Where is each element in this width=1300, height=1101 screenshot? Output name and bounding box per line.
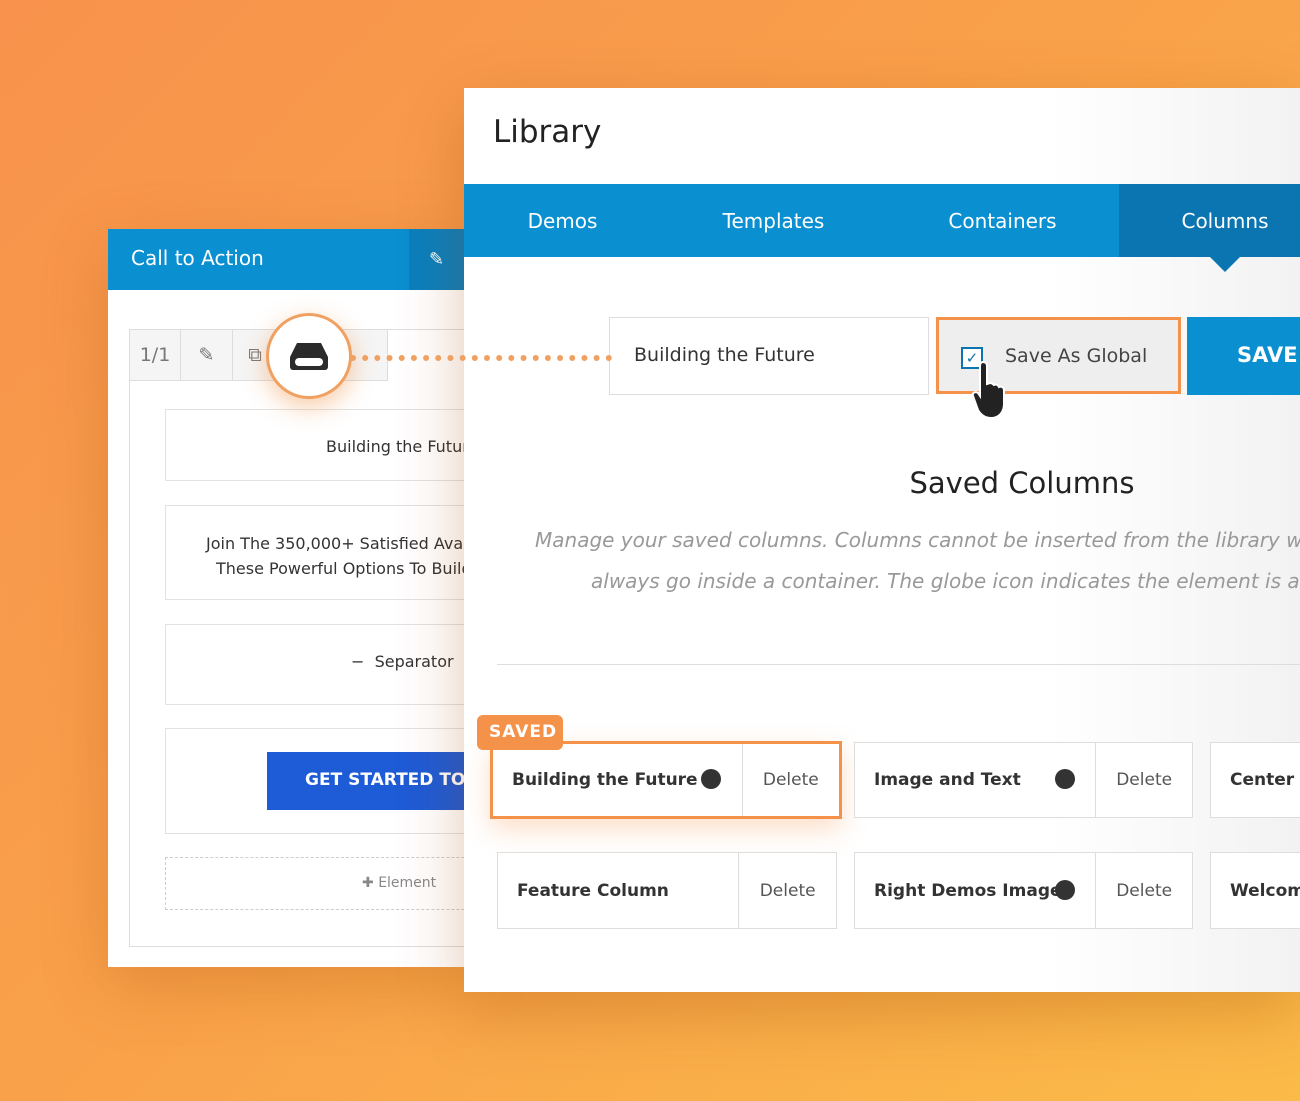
- saved-column-item[interactable]: Image and Text Delete: [854, 742, 1193, 818]
- description-line: always go inside a container. The globe …: [591, 569, 1300, 593]
- element-title[interactable]: Building the Futur: [165, 409, 464, 481]
- active-tab-caret: [1210, 257, 1240, 272]
- get-started-button[interactable]: GET STARTED TOD: [267, 752, 464, 810]
- element-separator[interactable]: − Separator: [165, 624, 464, 705]
- button-label: GET STARTED TOD: [305, 770, 464, 790]
- plus-icon: ✚: [362, 875, 379, 891]
- item-name: Feature Column: [517, 880, 669, 901]
- delete-label: Delete: [762, 770, 819, 790]
- drive-icon: [290, 343, 328, 370]
- saved-column-item[interactable]: Welcom: [1210, 852, 1300, 929]
- delete-button[interactable]: Delete: [1095, 743, 1192, 817]
- delete-button[interactable]: Delete: [738, 853, 836, 928]
- item-name: Welcom: [1230, 880, 1300, 901]
- minus-icon: −: [351, 652, 375, 671]
- element-label: Separator: [374, 652, 454, 671]
- item-name-cell: Right Demos Image: [855, 853, 1095, 928]
- clone-icon: ⧉: [248, 344, 262, 366]
- divider: [497, 664, 1300, 665]
- item-name-cell: Welcom: [1211, 853, 1300, 928]
- column-size-button[interactable]: 1/1: [129, 329, 181, 381]
- library-dialog: Library Demos Templates Containers Colum…: [464, 88, 1300, 992]
- tab-columns[interactable]: Columns: [1119, 184, 1300, 257]
- add-element-label: Element: [378, 875, 437, 891]
- panel-title: Call to Action: [131, 246, 264, 270]
- edit-button[interactable]: ✎: [409, 229, 464, 290]
- tab-templates[interactable]: Templates: [661, 184, 886, 257]
- saved-columns-heading: Saved Columns: [909, 466, 1135, 500]
- description-line: Manage your saved columns. Columns canno…: [535, 528, 1300, 552]
- tab-containers[interactable]: Containers: [886, 184, 1119, 257]
- connector-line: [350, 355, 612, 361]
- delete-label: Delete: [759, 880, 816, 901]
- save-button[interactable]: SAVE: [1187, 317, 1300, 395]
- item-name-cell: Feature Column: [498, 853, 738, 928]
- tab-label: Columns: [1181, 208, 1269, 233]
- item-name: Right Demos Image: [874, 880, 1062, 901]
- save-button-label: SAVE: [1237, 343, 1298, 367]
- item-name-cell: Center T: [1211, 743, 1300, 817]
- hand-cursor-icon: [971, 360, 1005, 420]
- item-name: Image and Text: [874, 770, 1021, 790]
- save-column-button[interactable]: [266, 313, 352, 399]
- delete-button[interactable]: Delete: [741, 744, 839, 816]
- add-element-button[interactable]: ✚ Element: [165, 857, 464, 910]
- globe-icon: [701, 769, 721, 789]
- saved-column-item[interactable]: Right Demos Image Delete: [854, 852, 1193, 929]
- saved-column-item[interactable]: Building the Future Delete: [490, 741, 842, 819]
- saved-badge: SAVED: [477, 715, 563, 750]
- tab-label: Templates: [722, 208, 825, 233]
- element-button[interactable]: GET STARTED TOD: [165, 728, 464, 834]
- tab-label: Demos: [527, 208, 598, 233]
- column-name-input[interactable]: Building the Future: [609, 317, 929, 395]
- tab-demos[interactable]: Demos: [464, 184, 661, 257]
- delete-label: Delete: [1116, 880, 1173, 901]
- saved-column-item[interactable]: Feature Column Delete: [497, 852, 837, 929]
- element-label: Building the Futur: [326, 437, 464, 456]
- item-name-cell: Image and Text: [855, 743, 1095, 817]
- globe-icon: [1055, 880, 1075, 900]
- item-name: Center T: [1230, 770, 1300, 790]
- tab-label: Containers: [948, 208, 1057, 233]
- column-size-label: 1/1: [139, 344, 171, 366]
- pencil-icon: ✎: [198, 344, 215, 366]
- delete-label: Delete: [1116, 770, 1173, 790]
- saved-column-item[interactable]: Center T: [1210, 742, 1300, 818]
- element-text[interactable]: Join The 350,000+ Satisfied Avad These Po…: [165, 505, 464, 600]
- library-title: Library: [493, 114, 602, 150]
- globe-icon: [1055, 769, 1075, 789]
- save-as-global-label: Save As Global: [1005, 345, 1148, 367]
- delete-button[interactable]: Delete: [1095, 853, 1192, 928]
- library-tabs: Demos Templates Containers Columns: [464, 184, 1300, 257]
- item-name: Building the Future: [512, 770, 698, 790]
- element-label: These Powerful Options To Build: [216, 559, 464, 578]
- input-value: Building the Future: [634, 344, 815, 366]
- pencil-icon: ✎: [428, 249, 445, 270]
- element-label: Join The 350,000+ Satisfied Avad: [206, 534, 464, 553]
- item-name-cell: Building the Future: [493, 744, 742, 816]
- panel-header: Call to Action ✎: [108, 229, 464, 290]
- edit-column-button[interactable]: ✎: [180, 329, 233, 381]
